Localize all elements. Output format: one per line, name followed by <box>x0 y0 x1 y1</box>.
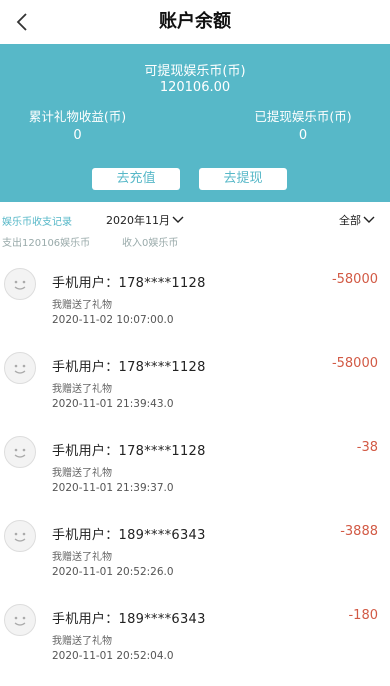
expense-summary: 支出120106娱乐币 <box>2 238 91 249</box>
item-amount: -3888 <box>340 524 378 539</box>
item-name: 手机用户：178****1128 <box>52 444 206 459</box>
item-time: 2020-11-01 21:39:37.0 <box>52 482 174 494</box>
withdrawable-value: 120106.00 <box>159 80 231 95</box>
type-dropdown[interactable]: 全部 <box>339 212 375 228</box>
recharge-button[interactable]: 去充值 <box>92 168 180 190</box>
item-amount: -38 <box>356 440 378 455</box>
summary-row: 支出120106娱乐币 收入0娱乐币 <box>0 234 390 250</box>
gift-income-label: 累计礼物收益(币) <box>28 109 127 124</box>
filter-row: 娱乐币收支记录 2020年11月 全部 <box>0 210 390 230</box>
user-avatar <box>4 352 36 384</box>
item-name: 手机用户：178****1128 <box>52 276 206 291</box>
chevron-down-icon <box>172 216 184 223</box>
records-label[interactable]: 娱乐币收支记录 <box>2 213 72 228</box>
transaction-item[interactable]: 手机用户：178****1128 我赠送了礼物 2020-11-01 21:39… <box>0 342 390 422</box>
item-desc: 我赠送了礼物 <box>52 384 112 395</box>
transaction-item[interactable]: 手机用户：189****6343 我赠送了礼物 2020-11-01 20:52… <box>0 594 390 674</box>
balance-panel: 可提现娱乐币(币) 120106.00 累计礼物收益(币) 0 已提现娱乐币(币… <box>0 44 390 202</box>
item-desc: 我赠送了礼物 <box>52 636 112 647</box>
item-desc: 我赠送了礼物 <box>52 552 112 563</box>
item-amount: -58000 <box>331 356 378 371</box>
chevron-down-icon <box>363 216 375 223</box>
type-value: 全部 <box>339 214 361 227</box>
item-time: 2020-11-02 10:07:00.0 <box>52 314 174 326</box>
item-time: 2020-11-01 21:39:43.0 <box>52 398 174 410</box>
withdrawn-label: 已提现娱乐币(币) <box>254 109 352 124</box>
user-avatar <box>4 268 36 300</box>
user-avatar <box>4 520 36 552</box>
user-avatar <box>4 436 36 468</box>
item-name: 手机用户：178****1128 <box>52 360 206 375</box>
transaction-item[interactable]: 手机用户：178****1128 我赠送了礼物 2020-11-01 21:39… <box>0 426 390 506</box>
item-amount: -180 <box>348 608 378 623</box>
face-icon <box>14 280 26 290</box>
item-desc: 我赠送了礼物 <box>52 300 112 311</box>
item-name: 手机用户：189****6343 <box>52 528 206 543</box>
page-title: 账户余额 <box>159 11 231 32</box>
item-time: 2020-11-01 20:52:26.0 <box>52 566 174 578</box>
item-desc: 我赠送了礼物 <box>52 468 112 479</box>
face-icon <box>14 616 26 626</box>
face-icon <box>14 532 26 542</box>
withdraw-button[interactable]: 去提现 <box>199 168 287 190</box>
item-name: 手机用户：189****6343 <box>52 612 206 627</box>
item-amount: -58000 <box>331 272 378 287</box>
face-icon <box>14 364 26 374</box>
top-bar: 账户余额 <box>0 0 390 44</box>
month-dropdown[interactable]: 2020年11月 <box>106 212 184 228</box>
user-avatar <box>4 604 36 636</box>
month-value: 2020年11月 <box>106 214 170 227</box>
transaction-item[interactable]: 手机用户：189****6343 我赠送了礼物 2020-11-01 20:52… <box>0 510 390 590</box>
face-icon <box>14 448 26 458</box>
withdrawable-label: 可提现娱乐币(币) <box>144 64 246 79</box>
item-time: 2020-11-01 20:52:04.0 <box>52 650 174 662</box>
transaction-item[interactable]: 手机用户：178****1128 我赠送了礼物 2020-11-02 10:07… <box>0 258 390 338</box>
gift-income-value: 0 <box>73 128 82 143</box>
withdrawn-value: 0 <box>298 128 308 143</box>
income-summary: 收入0娱乐币 <box>122 238 179 249</box>
